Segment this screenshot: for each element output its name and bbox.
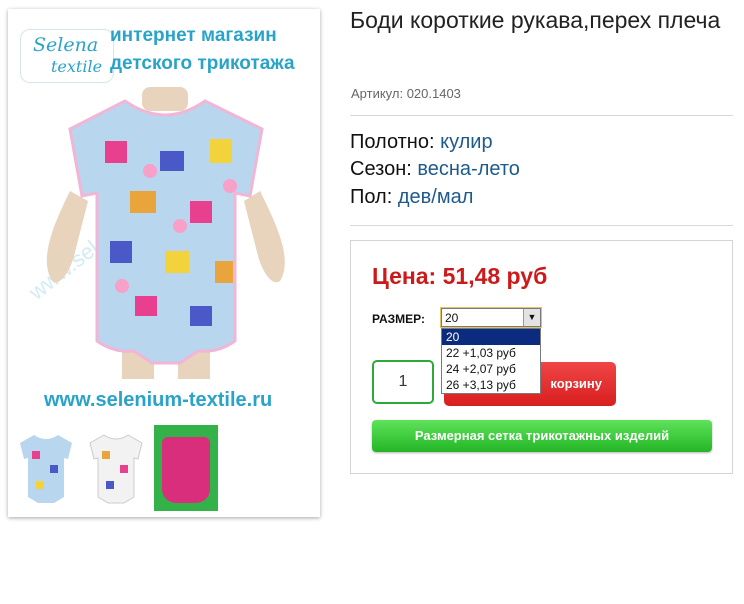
size-option[interactable]: 26 +3,13 руб [442, 377, 540, 393]
attribute-value-link[interactable]: кулир [440, 131, 493, 153]
thumbnail-2[interactable] [84, 425, 148, 511]
thumbnail-strip [14, 425, 314, 511]
attribute-value-link[interactable]: весна-лето [417, 158, 520, 180]
purchase-box: Цена: 51,48 руб РАЗМЕР: 20 ▼ 20 22 +1,03… [350, 240, 733, 474]
size-label: РАЗМЕР: [372, 312, 425, 326]
product-main-photo[interactable]: Selena textile интернет магазин детского… [14, 15, 314, 419]
shop-tagline-1: интернет магазин [110, 25, 277, 46]
quantity-input[interactable]: 1 [372, 360, 434, 404]
size-option[interactable]: 24 +2,07 руб [442, 361, 540, 377]
size-option[interactable]: 22 +1,03 руб [442, 345, 540, 361]
divider [350, 115, 733, 116]
size-select[interactable]: 20 ▼ [440, 307, 542, 328]
size-option[interactable]: 20 [442, 329, 540, 345]
size-dropdown-list: 20 22 +1,03 руб 24 +2,07 руб 26 +3,13 ру… [441, 328, 541, 394]
price: Цена: 51,48 руб [372, 263, 548, 289]
attribute-label: Сезон: [350, 158, 412, 180]
site-url-text: www.selenium-textile.ru [44, 389, 273, 411]
attribute-season: Сезон: весна-лето [350, 158, 520, 181]
logo-text-line2: textile [51, 57, 103, 76]
attribute-gender: Пол: дев/мал [350, 186, 473, 209]
thumbnail-1-image [20, 435, 72, 503]
size-chart-button[interactable]: Размерная сетка трикотажных изделий [372, 420, 712, 452]
product-title: Боди короткие рукава,перех плеча [350, 7, 721, 33]
divider [350, 225, 733, 226]
attribute-fabric: Полотно: кулир [350, 131, 493, 154]
brand-logo: Selena textile [20, 29, 114, 83]
attribute-value-link[interactable]: дев/мал [398, 186, 474, 208]
thumbnail-2-image [89, 434, 143, 504]
shop-tagline-2: детского трикотажа [110, 53, 295, 74]
thumbnail-3-image [162, 437, 210, 503]
attribute-label: Полотно: [350, 131, 435, 153]
thumbnail-1[interactable] [14, 425, 78, 511]
attribute-label: Пол: [350, 186, 393, 208]
bodysuit-illustration [46, 87, 285, 379]
product-article: Артикул: 020.1403 [351, 86, 461, 101]
product-image-card: Selena textile интернет магазин детского… [8, 9, 320, 517]
size-select-value: 20 [445, 311, 459, 325]
thumbnail-3[interactable] [154, 425, 218, 511]
logo-text-line1: Selena [33, 34, 99, 56]
dropdown-arrow-icon[interactable]: ▼ [523, 309, 540, 326]
